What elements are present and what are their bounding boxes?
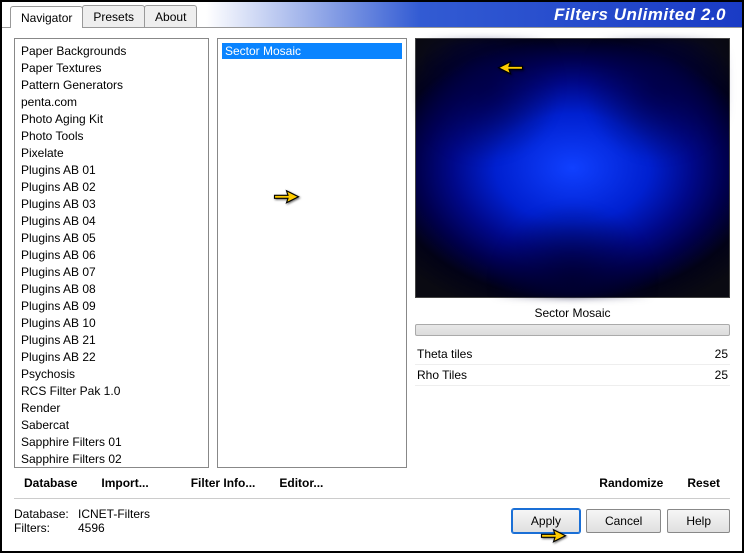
param-value: 25	[715, 368, 728, 382]
category-item[interactable]: Paper Textures	[21, 60, 202, 77]
category-item[interactable]: Plugins AB 22	[21, 349, 202, 366]
status-info: Database: ICNET-Filters Filters: 4596	[14, 507, 150, 535]
status-bar: Database: ICNET-Filters Filters: 4596 Ap…	[2, 501, 742, 541]
category-item[interactable]: Pattern Generators	[21, 77, 202, 94]
import-button[interactable]: Import...	[91, 473, 158, 493]
help-button[interactable]: Help	[667, 509, 730, 533]
db-label: Database:	[14, 507, 70, 521]
category-item[interactable]: Plugins AB 01	[21, 162, 202, 179]
tab-about[interactable]: About	[144, 5, 197, 27]
filters-label: Filters:	[14, 521, 70, 535]
param-name: Theta tiles	[417, 347, 472, 361]
db-value: ICNET-Filters	[78, 507, 150, 521]
category-list[interactable]: Paper BackgroundsPaper TexturesPattern G…	[14, 38, 209, 468]
category-item[interactable]: Plugins AB 03	[21, 196, 202, 213]
param-row[interactable]: Rho Tiles 25	[415, 365, 730, 386]
category-item[interactable]: Pixelate	[21, 145, 202, 162]
divider	[14, 498, 730, 499]
tabs: Navigator Presets About	[2, 2, 196, 27]
category-item[interactable]: Plugins AB 02	[21, 179, 202, 196]
category-item[interactable]: Photo Aging Kit	[21, 111, 202, 128]
category-item[interactable]: Plugins AB 21	[21, 332, 202, 349]
category-item[interactable]: Sapphire Filters 01	[21, 434, 202, 451]
parameter-list: Theta tiles 25 Rho Tiles 25	[415, 344, 730, 386]
filter-name-label: Sector Mosaic	[415, 306, 730, 320]
category-item[interactable]: Photo Tools	[21, 128, 202, 145]
category-item[interactable]: Sapphire Filters 02	[21, 451, 202, 468]
category-item[interactable]: Plugins AB 07	[21, 264, 202, 281]
action-buttons: Apply Cancel Help	[512, 509, 730, 533]
category-item[interactable]: Plugins AB 06	[21, 247, 202, 264]
param-value: 25	[715, 347, 728, 361]
category-item[interactable]: Plugins AB 08	[21, 281, 202, 298]
progress-bar	[415, 324, 730, 336]
reset-button[interactable]: Reset	[677, 473, 730, 493]
filter-item[interactable]: Sector Mosaic	[222, 43, 402, 59]
category-item[interactable]: Psychosis	[21, 366, 202, 383]
apply-button[interactable]: Apply	[512, 509, 580, 533]
param-row[interactable]: Theta tiles 25	[415, 344, 730, 365]
right-panel: Sector Mosaic Theta tiles 25 Rho Tiles 25	[415, 38, 730, 468]
randomize-button[interactable]: Randomize	[589, 473, 673, 493]
app-title: Filters Unlimited 2.0	[554, 5, 726, 25]
category-item[interactable]: penta.com	[21, 94, 202, 111]
filter-info-button[interactable]: Filter Info...	[181, 473, 266, 493]
title-bar: Navigator Presets About Filters Unlimite…	[2, 2, 742, 28]
category-item[interactable]: Plugins AB 10	[21, 315, 202, 332]
preview-image	[415, 38, 730, 298]
toolbar: Database Import... Filter Info... Editor…	[2, 468, 742, 496]
filter-list[interactable]: Sector Mosaic	[217, 38, 407, 468]
main-area: Paper BackgroundsPaper TexturesPattern G…	[2, 28, 742, 468]
category-item[interactable]: Plugins AB 04	[21, 213, 202, 230]
category-item[interactable]: RCS Filter Pak 1.0	[21, 383, 202, 400]
param-name: Rho Tiles	[417, 368, 467, 382]
category-item[interactable]: Paper Backgrounds	[21, 43, 202, 60]
category-item[interactable]: Plugins AB 05	[21, 230, 202, 247]
database-button[interactable]: Database	[14, 473, 87, 493]
cancel-button[interactable]: Cancel	[586, 509, 661, 533]
app-title-banner: Filters Unlimited 2.0	[206, 2, 742, 27]
category-item[interactable]: Render	[21, 400, 202, 417]
category-item[interactable]: Plugins AB 09	[21, 298, 202, 315]
editor-button[interactable]: Editor...	[269, 473, 333, 493]
tab-navigator[interactable]: Navigator	[10, 6, 83, 28]
category-item[interactable]: Sabercat	[21, 417, 202, 434]
filters-count: 4596	[78, 521, 105, 535]
tab-presets[interactable]: Presets	[82, 5, 145, 27]
